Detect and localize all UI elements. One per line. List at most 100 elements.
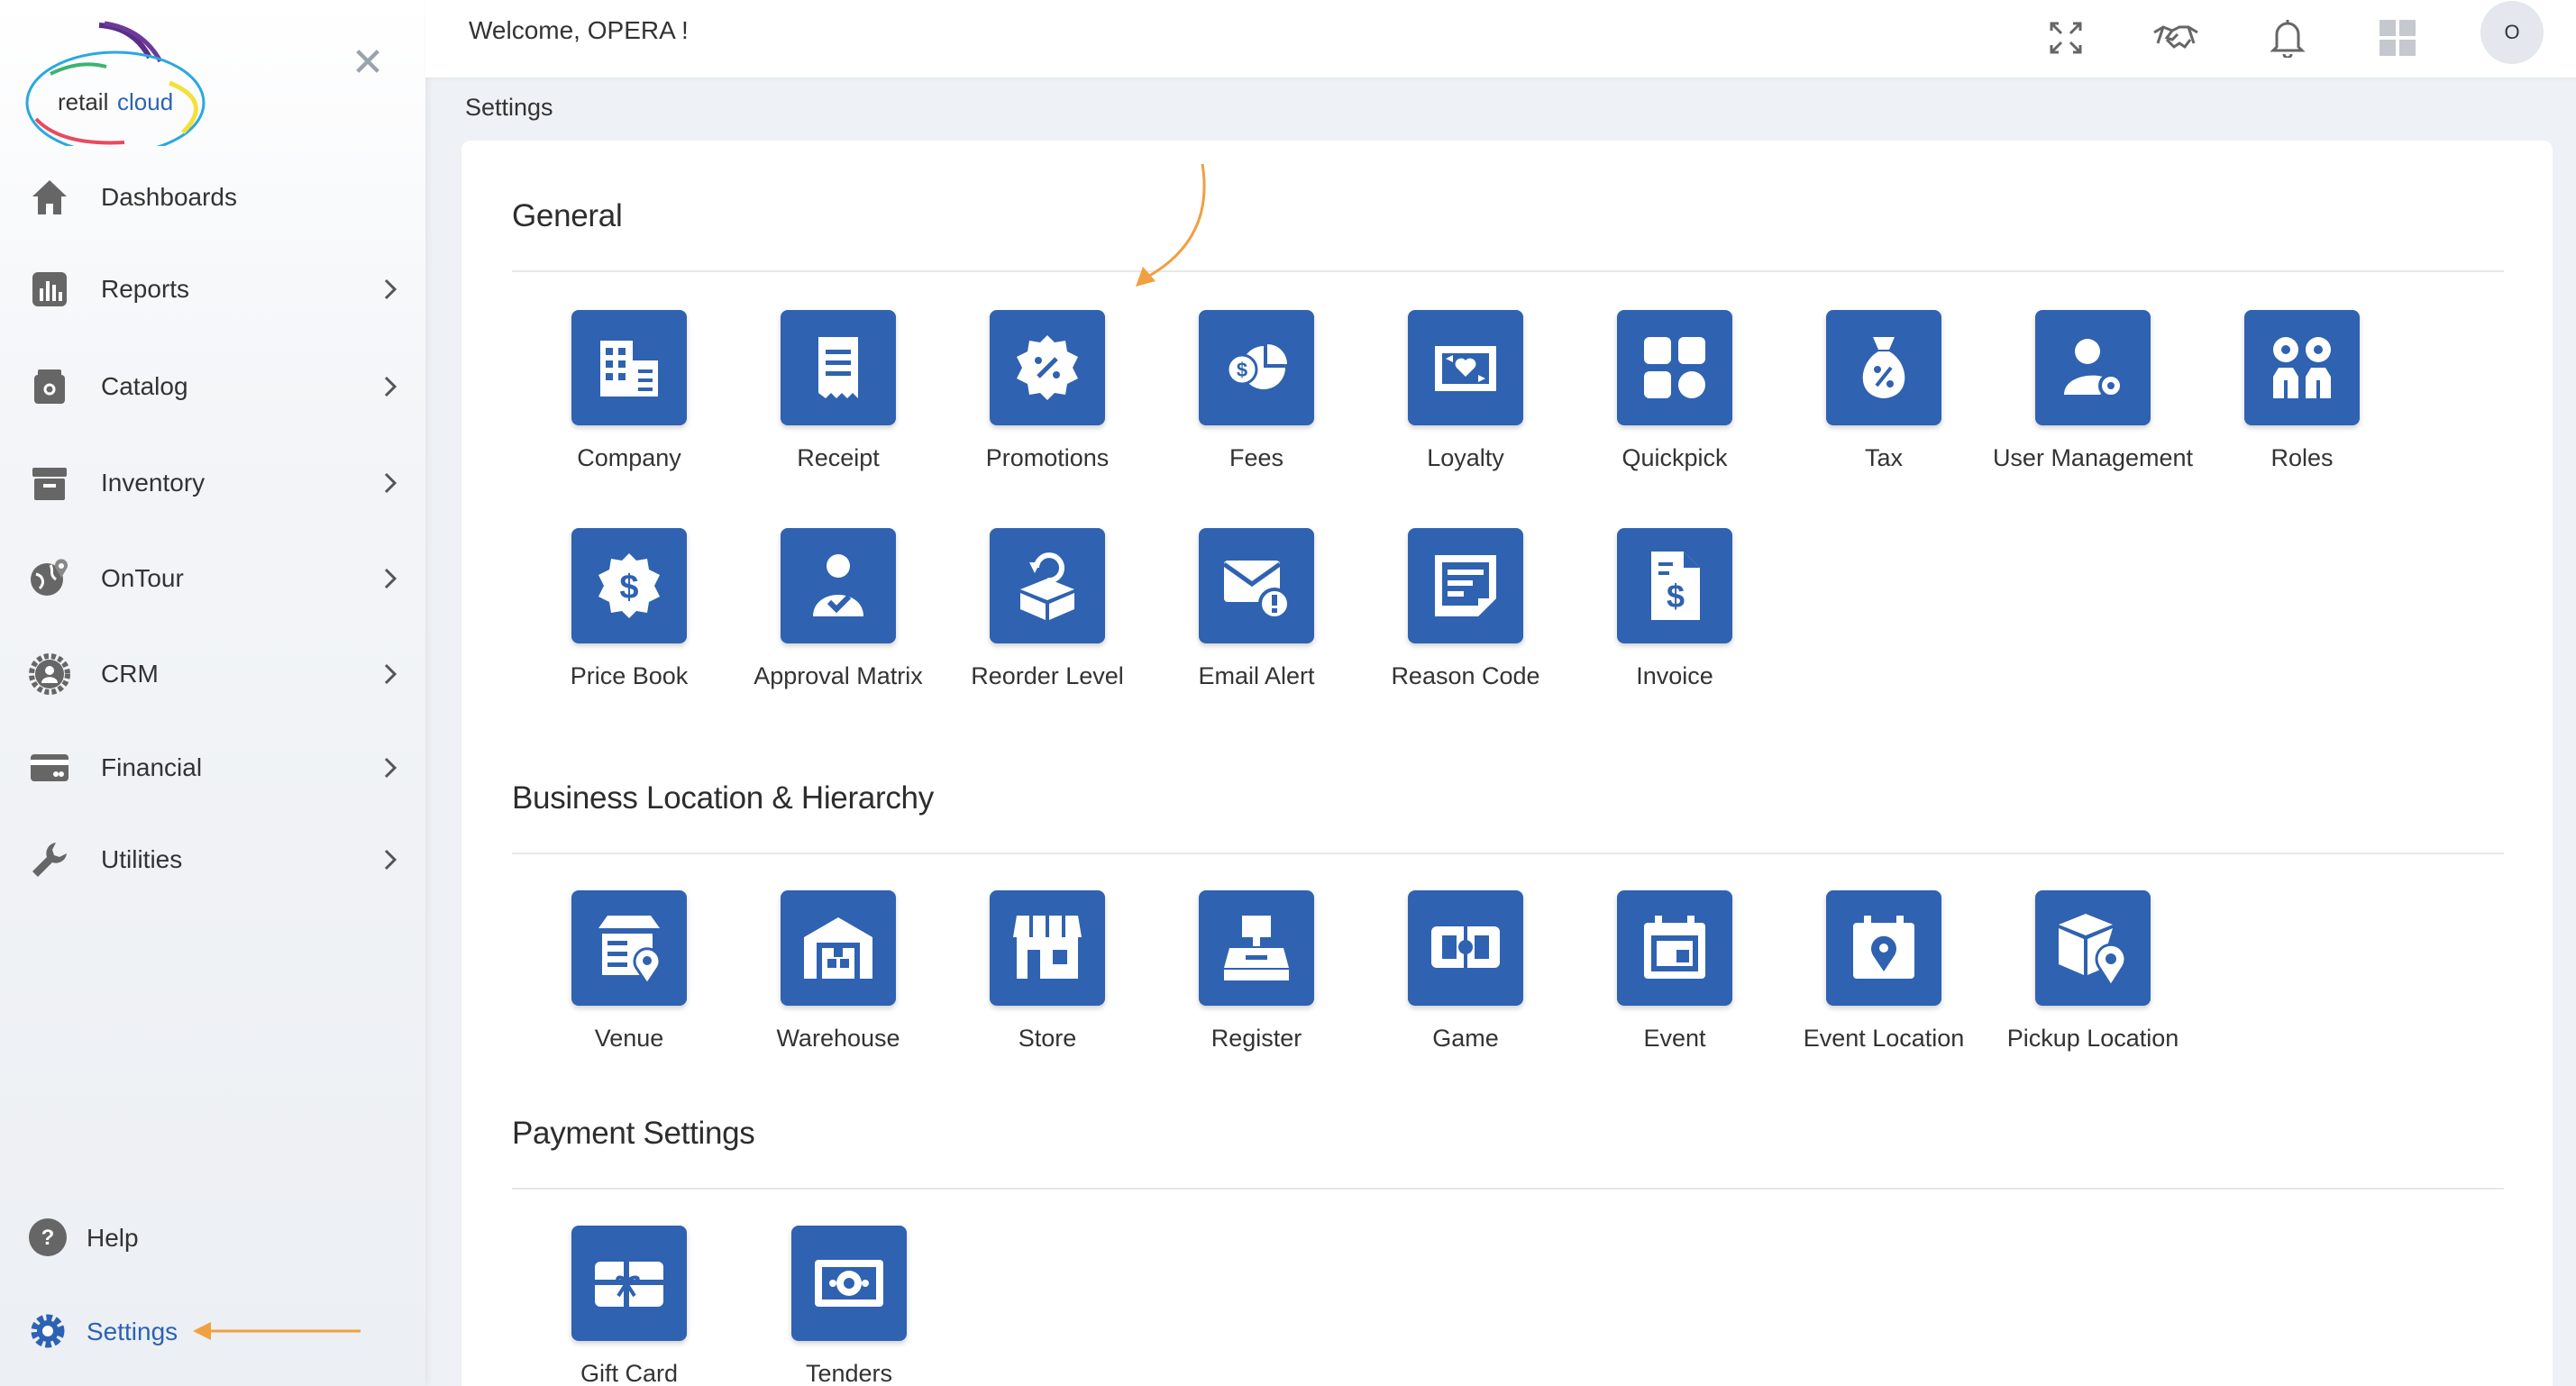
tile-label: Reorder Level bbox=[971, 662, 1124, 689]
sidebar-item-label: Financial bbox=[101, 752, 203, 781]
tile-label: Promotions bbox=[985, 444, 1110, 471]
sidebar-item-label: OnTour bbox=[101, 563, 184, 592]
divider bbox=[512, 1188, 2504, 1190]
event-tile[interactable]: Event bbox=[1570, 890, 1779, 1053]
gift-card-icon bbox=[571, 1226, 687, 1341]
sidebar-item-label: Dashboards bbox=[101, 182, 237, 211]
logo-text: retail bbox=[58, 88, 108, 115]
sidebar-item-utilities[interactable]: Utilities bbox=[0, 824, 425, 896]
warehouse-tile[interactable]: Warehouse bbox=[734, 890, 943, 1053]
tile-label: Roles bbox=[2270, 444, 2334, 471]
gift-card-tile[interactable]: Gift Card bbox=[525, 1226, 734, 1386]
sidebar-item-reports[interactable]: Reports bbox=[0, 253, 425, 325]
event-location-icon bbox=[1826, 890, 1941, 1006]
tile-label: Reason Code bbox=[1391, 662, 1540, 689]
user-management-tile[interactable]: User Management bbox=[1988, 310, 2197, 472]
event-icon bbox=[1617, 890, 1732, 1006]
divider bbox=[512, 270, 2504, 272]
section-title-general: General bbox=[512, 198, 623, 233]
svg-text:cloud: cloud bbox=[117, 88, 173, 115]
sidebar-item-financial[interactable]: Financial bbox=[0, 732, 425, 804]
email-alert-tile[interactable]: Email Alert bbox=[1152, 528, 1361, 690]
invoice-tile[interactable]: $ Invoice bbox=[1570, 528, 1779, 690]
sidebar-item-label: Settings bbox=[87, 1318, 178, 1345]
price-book-tile[interactable]: $ Price Book bbox=[525, 528, 734, 690]
event-location-tile[interactable]: Event Location bbox=[1779, 890, 1988, 1053]
company-tile[interactable]: Company bbox=[525, 310, 734, 472]
apps-grid-icon[interactable] bbox=[2372, 13, 2423, 63]
approval-matrix-tile[interactable]: Approval Matrix bbox=[734, 528, 943, 690]
quickpick-tile[interactable]: Quickpick bbox=[1570, 310, 1779, 472]
tile-label: Event bbox=[1643, 1025, 1706, 1052]
loyalty-tile[interactable]: Loyalty bbox=[1361, 310, 1570, 472]
chevron-right-icon bbox=[377, 565, 404, 592]
venue-icon bbox=[571, 890, 687, 1006]
reason-code-tile[interactable]: Reason Code bbox=[1361, 528, 1570, 690]
store-tile[interactable]: Store bbox=[943, 890, 1152, 1053]
bell-icon[interactable] bbox=[2262, 13, 2313, 63]
retailcloud-logo[interactable]: retail cloud bbox=[25, 20, 215, 155]
credit-card-icon bbox=[27, 745, 72, 790]
loyalty-icon bbox=[1408, 310, 1523, 425]
chevron-right-icon bbox=[377, 846, 404, 873]
roles-icon bbox=[2244, 310, 2360, 425]
register-icon bbox=[1199, 890, 1314, 1006]
price-book-icon: $ bbox=[571, 528, 687, 643]
tile-label: Loyalty bbox=[1427, 444, 1504, 471]
avatar[interactable]: O bbox=[2480, 1, 2544, 64]
tile-label: Tax bbox=[1864, 444, 1904, 471]
pickup-location-tile[interactable]: Pickup Location bbox=[1988, 890, 2197, 1053]
register-tile[interactable]: Register bbox=[1152, 890, 1361, 1053]
sidebar-item-crm[interactable]: CRM bbox=[0, 638, 425, 710]
catalog-icon bbox=[27, 364, 72, 409]
receipt-tile[interactable]: Receipt bbox=[734, 310, 943, 472]
tile-label: Store bbox=[1018, 1025, 1077, 1052]
svg-text:$: $ bbox=[1667, 578, 1685, 615]
section-title-payment: Payment Settings bbox=[512, 1116, 755, 1151]
globe-pin-icon bbox=[27, 556, 72, 601]
gear-icon bbox=[25, 1308, 70, 1354]
sidebar-item-label: Help bbox=[87, 1224, 139, 1252]
tile-label: Event Location bbox=[1803, 1025, 1965, 1052]
sidebar-item-dashboards[interactable]: Dashboards bbox=[0, 161, 425, 233]
home-icon bbox=[27, 175, 72, 220]
tile-label: Invoice bbox=[1636, 662, 1713, 689]
tile-label: User Management bbox=[1992, 444, 2194, 471]
game-tile[interactable]: Game bbox=[1361, 890, 1570, 1053]
svg-text:$: $ bbox=[619, 569, 638, 606]
promotions-tile[interactable]: Promotions bbox=[943, 310, 1152, 472]
roles-tile[interactable]: Roles bbox=[2197, 310, 2407, 472]
sidebar-item-inventory[interactable]: Inventory bbox=[0, 447, 425, 519]
reorder-level-icon bbox=[990, 528, 1105, 643]
venue-tile[interactable]: Venue bbox=[525, 890, 734, 1053]
sidebar-item-ontour[interactable]: OnTour bbox=[0, 543, 425, 615]
game-icon bbox=[1408, 890, 1523, 1006]
annotation-arrow bbox=[193, 1322, 361, 1340]
receipt-icon bbox=[781, 310, 896, 425]
handshake-icon[interactable] bbox=[2151, 13, 2201, 63]
email-alert-icon bbox=[1199, 528, 1314, 643]
chevron-right-icon bbox=[377, 276, 404, 303]
pickup-location-icon bbox=[2035, 890, 2151, 1006]
settings-panel: General Business Location & Hierarchy Pa… bbox=[461, 141, 2553, 1386]
help-icon: ? bbox=[25, 1215, 70, 1260]
fullscreen-icon[interactable] bbox=[2041, 13, 2091, 63]
tile-label: Quickpick bbox=[1621, 444, 1728, 471]
tax-tile[interactable]: Tax bbox=[1779, 310, 1988, 472]
tile-label: Pickup Location bbox=[2006, 1025, 2179, 1052]
sidebar-item-catalog[interactable]: Catalog bbox=[0, 351, 425, 423]
svg-text:$: $ bbox=[1237, 359, 1247, 381]
tile-label: Approval Matrix bbox=[754, 662, 923, 689]
promotions-icon bbox=[990, 310, 1105, 425]
tenders-tile[interactable]: Tenders bbox=[744, 1226, 954, 1386]
sidebar-item-help[interactable]: ? Help bbox=[0, 1206, 425, 1269]
chevron-right-icon bbox=[377, 373, 404, 400]
reorder-level-tile[interactable]: Reorder Level bbox=[943, 528, 1152, 690]
warehouse-icon bbox=[781, 890, 896, 1006]
fees-tile[interactable]: $ Fees bbox=[1152, 310, 1361, 472]
sidebar-item-label: Catalog bbox=[101, 371, 188, 400]
bar-chart-icon bbox=[27, 267, 72, 312]
svg-text:?: ? bbox=[41, 1226, 55, 1250]
close-sidebar-icon[interactable]: ✕ bbox=[350, 43, 386, 83]
tile-label: Company bbox=[577, 444, 681, 471]
